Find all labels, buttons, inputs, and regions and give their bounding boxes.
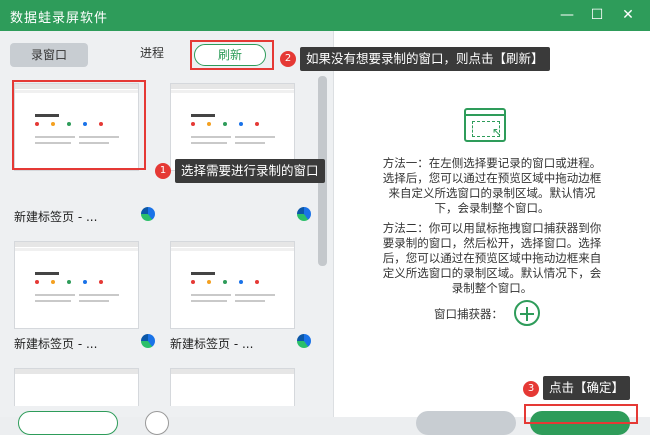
highlight-confirm <box>524 404 638 424</box>
minimize-button[interactable]: — <box>555 4 579 26</box>
callout-tip: 点击【确定】 <box>543 376 631 400</box>
callout-badge: 1 <box>155 163 171 179</box>
maximize-button[interactable]: ☐ <box>585 4 609 26</box>
window-thumbnail[interactable] <box>170 83 295 171</box>
edge-icon <box>141 207 155 221</box>
edge-icon <box>297 334 311 348</box>
source-tabs: 录窗口 进程 <box>10 41 325 71</box>
callout-tip: 选择需要进行录制的窗口 <box>175 159 325 183</box>
window-catcher-icon[interactable] <box>514 300 540 326</box>
method-two-text: 方法二：你可以用鼠标拖拽窗口捕获器到你 要录制的窗口，然后松开，选择窗口。选择 … <box>382 221 602 295</box>
close-button[interactable]: ✕ <box>616 4 640 26</box>
cancel-button[interactable] <box>416 411 516 435</box>
bottom-round-button[interactable] <box>145 411 169 435</box>
method-one-text: 方法一：在左侧选择要记录的窗口或进程。 选择后，您可以通过在预览区域中拖动边框 … <box>382 156 602 215</box>
window-catcher-label: 窗口捕获器： <box>434 307 503 321</box>
edge-icon <box>297 207 311 221</box>
instruction-panel: ↖ 方法一：在左侧选择要记录的窗口或进程。 选择后，您可以通过在预览区域中拖动边… <box>334 31 650 435</box>
app-window: 数据蛙录屏软件 — ☐ ✕ 录窗口 进程 刷新 新建标签页 - ... 新建标签… <box>0 0 650 435</box>
highlight-refresh <box>190 40 274 70</box>
window-title: 新建标签页 - ... <box>14 210 98 224</box>
edge-icon <box>141 334 155 348</box>
window-thumbnail[interactable] <box>170 241 295 329</box>
callout-badge: 3 <box>523 381 539 397</box>
highlight-window-item <box>12 80 146 170</box>
window-title: 新建标签页 - ... <box>14 337 98 351</box>
window-thumbnail[interactable] <box>14 368 139 406</box>
window-thumbnail[interactable] <box>14 241 139 329</box>
callout-badge: 2 <box>280 51 296 67</box>
app-title: 数据蛙录屏软件 <box>10 11 109 26</box>
tab-process[interactable]: 进程 <box>122 41 182 65</box>
window-select-illustration-icon: ↖ <box>464 108 506 142</box>
tab-record-window[interactable]: 录窗口 <box>10 43 88 67</box>
title-bar: 数据蛙录屏软件 — ☐ ✕ <box>0 0 650 31</box>
bottom-left-button[interactable] <box>18 411 118 435</box>
window-thumbnail[interactable] <box>170 368 295 406</box>
window-title: 新建标签页 - ... <box>170 337 254 351</box>
callout-tip: 如果没有想要录制的窗口，则点击【刷新】 <box>300 47 550 71</box>
